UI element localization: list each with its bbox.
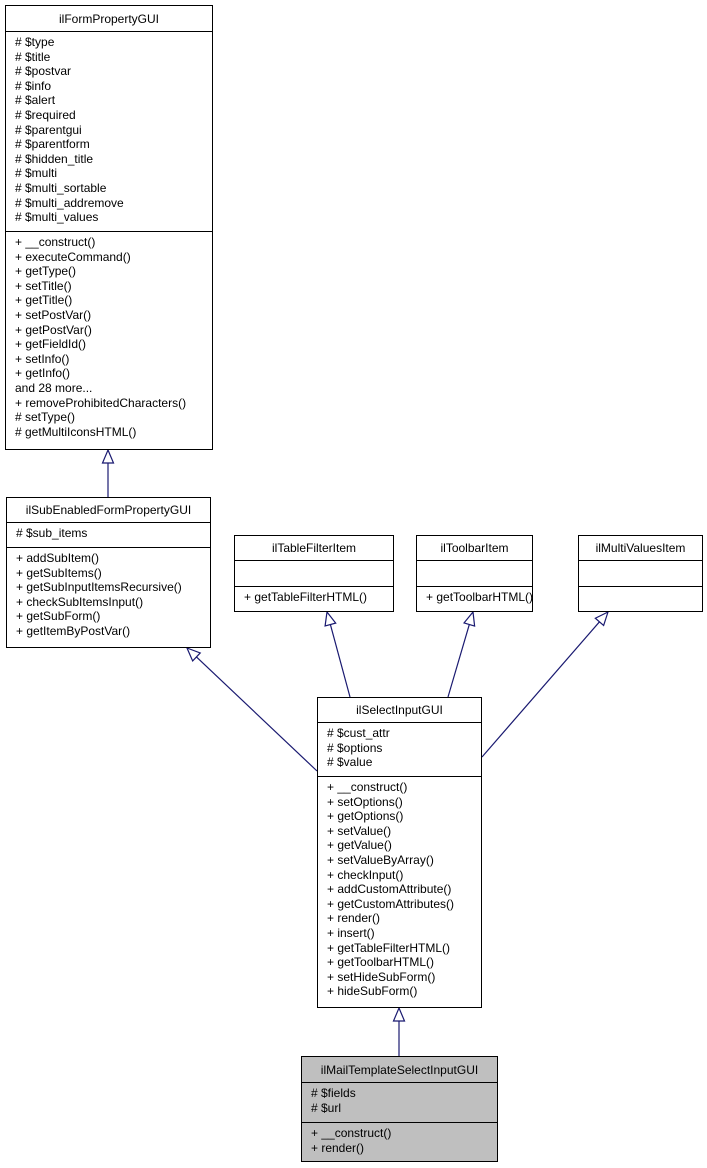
method-item: + getToolbarHTML() (426, 590, 534, 604)
method-item: + getOptions() (327, 809, 404, 824)
attribute-item: # $url (311, 1100, 342, 1115)
method-item: + addCustomAttribute() (327, 882, 452, 897)
method-item: + getSubForm() (16, 609, 101, 624)
method-item: + getInfo() (15, 366, 71, 381)
method-item: # setType() (15, 410, 76, 425)
attribute-item: # $value (327, 755, 373, 770)
class-ilFormPropertyGUI[interactable]: ilFormPropertyGUI # $type # $title # $post… (5, 5, 213, 450)
attribute-item: # $title (15, 49, 51, 64)
attribute-item: # $cust_attr (327, 726, 390, 740)
attribute-item: # $sub_items (16, 526, 88, 540)
method-item: + getSubInputItemsRecursive() (16, 580, 182, 595)
method-item: + getCustomAttributes() (327, 896, 455, 911)
methods-section: + getToolbarHTML() (417, 587, 534, 611)
attributes-section: # $cust_attr # $options # $value (318, 723, 481, 777)
method-item: + getTableFilterHTML() (327, 940, 451, 955)
method-item: + getType() (15, 264, 77, 279)
method-item: + render() (311, 1140, 365, 1155)
methods-section: + __construct() + setOptions() + getOption… (318, 777, 481, 1007)
attribute-item: # $hidden_title (15, 151, 94, 166)
class-title: ilMailTemplateSelectInputGUI (302, 1057, 497, 1083)
class-title: ilFormPropertyGUI (6, 6, 212, 32)
method-item: # getMultiIconsHTML() (15, 424, 137, 439)
class-title: ilSubEnabledFormPropertyGUI (7, 498, 210, 523)
attribute-item: # $multi_sortable (15, 180, 107, 195)
attribute-item: # $postvar (15, 64, 72, 79)
attribute-item: # $info (15, 78, 52, 93)
attribute-item: # $alert (15, 93, 56, 108)
attribute-item: # $multi_values (15, 210, 99, 225)
inheritance-arrowhead-icon (324, 610, 337, 627)
class-ilTableFilterItem[interactable]: ilTableFilterItem + getTableFilterHTML() (234, 535, 394, 612)
method-item: + hideSubForm() (327, 984, 418, 999)
method-item: + insert() (327, 925, 375, 940)
class-title: ilToolbarItem (417, 536, 532, 561)
method-item: + setValueByArray() (327, 852, 434, 867)
attribute-item: # $multi (15, 166, 58, 181)
method-item: + getTableFilterHTML() (244, 590, 368, 604)
method-item: + getFieldId() (15, 337, 87, 352)
class-title: ilMultiValuesItem (579, 536, 702, 561)
method-item: + removeProhibitedCharacters() (15, 395, 187, 410)
attribute-item: # $parentform (15, 137, 90, 152)
inheritance-edge-line (329, 624, 351, 698)
inheritance-arrowhead-icon (392, 1006, 406, 1022)
attributes-section: # $sub_items (7, 523, 210, 548)
attribute-item: # $multi_addremove (15, 195, 124, 210)
method-item: and 28 more... (15, 380, 93, 395)
method-item: + checkSubItemsInput() (16, 594, 144, 609)
method-item: + getToolbarHTML() (327, 955, 435, 970)
method-item: + render() (327, 911, 381, 926)
inheritance-edge-line (196, 656, 318, 772)
methods-section: + __construct() + executeCommand() + getTy… (6, 232, 212, 449)
method-item: + executeCommand() (15, 249, 131, 264)
method-item: + addSubItem() (16, 551, 100, 565)
attributes-section (235, 561, 393, 587)
class-ilMultiValuesItem[interactable]: ilMultiValuesItem (578, 535, 703, 612)
method-item: + setTitle() (15, 278, 72, 293)
attribute-item: # $fields (311, 1086, 356, 1100)
attributes-section: # $type # $title # $postvar # $info # $alert… (6, 32, 212, 232)
class-ilSubEnabledFormPropertyGUI[interactable]: ilSubEnabledFormPropertyGUI # $sub_items… (6, 497, 211, 648)
attribute-item: # $type (15, 35, 55, 49)
class-ilToolbarItem[interactable]: ilToolbarItem + getToolbarHTML() (416, 535, 533, 612)
attributes-section: # $fields # $url (302, 1083, 497, 1123)
methods-section: + getTableFilterHTML() (235, 587, 393, 611)
methods-section: + addSubItem() + getSubItems() + getSubInp… (7, 548, 210, 647)
method-item: + getItemByPostVar() (16, 623, 131, 638)
attribute-item: # $options (327, 740, 383, 755)
method-item: + __construct() (311, 1126, 392, 1140)
attribute-item: # $parentgui (15, 122, 82, 137)
inheritance-arrowhead-icon (101, 448, 115, 464)
method-item: + getSubItems() (16, 565, 102, 580)
class-title: ilTableFilterItem (235, 536, 393, 561)
method-item: + getPostVar() (15, 322, 92, 337)
method-item: + __construct() (327, 780, 408, 794)
inheritance-arrowhead-icon (594, 610, 610, 627)
method-item: + setInfo() (15, 351, 70, 366)
attribute-item: # $required (15, 107, 76, 122)
attributes-section (417, 561, 532, 587)
method-item: + getTitle() (15, 293, 73, 308)
attributes-section (579, 561, 702, 587)
inheritance-arrowhead-icon (463, 610, 476, 627)
methods-section (579, 587, 702, 611)
method-item: + setValue() (327, 823, 392, 838)
methods-section: + __construct() + render() (302, 1123, 497, 1161)
class-title: ilSelectInputGUI (318, 698, 481, 723)
method-item: + setHideSubForm() (327, 969, 436, 984)
inheritance-edge-line (481, 621, 600, 758)
method-item: + __construct() (15, 235, 96, 249)
method-item: + setOptions() (327, 794, 403, 809)
class-ilSelectInputGUI[interactable]: ilSelectInputGUI # $cust_attr # $options #… (317, 697, 482, 1008)
method-item: + checkInput() (327, 867, 404, 882)
class-ilMailTemplateSelectInputGUI[interactable]: ilMailTemplateSelectInputGUI # $fields # … (301, 1056, 498, 1162)
method-item: + getValue() (327, 838, 392, 853)
inheritance-edge-line (447, 624, 470, 698)
method-item: + setPostVar() (15, 307, 92, 322)
